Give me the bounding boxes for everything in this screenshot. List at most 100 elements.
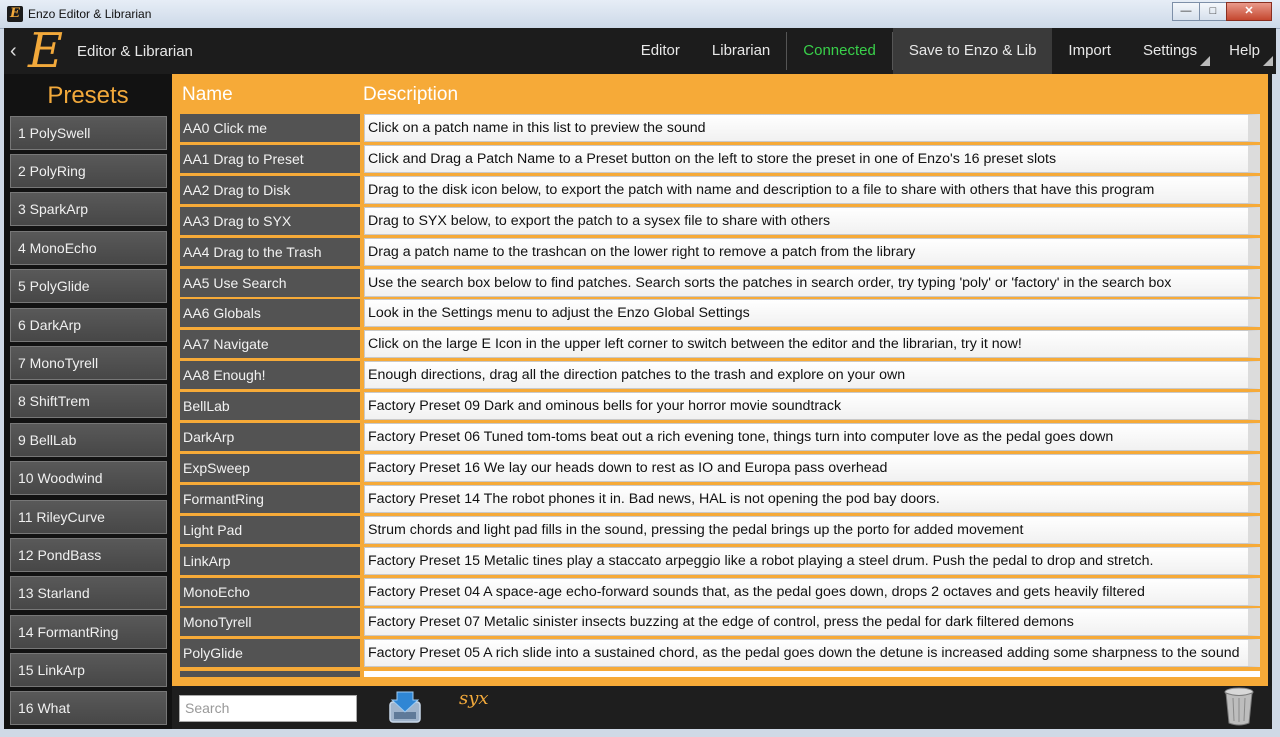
patch-name[interactable]: AA4 Drag to the Trash xyxy=(180,237,360,266)
patch-name[interactable]: Light Pad xyxy=(180,515,360,544)
table-row[interactable]: AA4 Drag to the Trash Drag a patch name t… xyxy=(180,237,1262,266)
patch-name[interactable]: ExpSweep xyxy=(180,453,360,482)
patch-description[interactable]: Enough directions, drag all the directio… xyxy=(364,361,1260,390)
preset-button-7[interactable]: 7 MonoTyrell xyxy=(10,346,167,380)
nav-editor[interactable]: Editor xyxy=(625,28,696,74)
app-header: ‹ E Editor & Librarian Editor Librarian … xyxy=(4,26,1276,76)
patch-description[interactable]: Factory Preset 15 Metalic tines play a s… xyxy=(364,546,1260,575)
table-row[interactable]: DarkArp Factory Preset 06 Tuned tom-toms … xyxy=(180,423,1262,451)
patch-name[interactable]: DarkArp xyxy=(180,423,360,451)
preset-button-15[interactable]: 15 LinkArp xyxy=(10,653,167,687)
table-row[interactable]: AA1 Drag to Preset Click and Drag a Patch… xyxy=(180,144,1262,173)
enzo-logo-button[interactable]: E xyxy=(28,26,63,76)
table-row[interactable]: AA6 Globals Look in the Settings menu to … xyxy=(180,299,1262,328)
preset-button-3[interactable]: 3 SparkArp xyxy=(10,192,167,226)
patch-description[interactable]: Factory Preset 07 Metalic sinister insec… xyxy=(364,608,1260,637)
patch-name[interactable]: LinkArp xyxy=(180,546,360,575)
window-controls: — □ ✕ xyxy=(1172,2,1272,21)
top-nav: Editor Librarian Connected Save to Enzo … xyxy=(625,28,1276,74)
presets-panel: Presets 1 PolySwell 2 PolyRing 3 SparkAr… xyxy=(4,74,172,729)
preset-button-6[interactable]: 6 DarkArp xyxy=(10,308,167,342)
preset-button-5[interactable]: 5 PolyGlide xyxy=(10,269,167,303)
table-row[interactable]: LinkArp Factory Preset 15 Metalic tines p… xyxy=(180,546,1262,575)
patch-description[interactable]: Click on the large E Icon in the upper l… xyxy=(364,330,1260,359)
table-row[interactable]: Light Pad Strum chords and light pad fill… xyxy=(180,515,1262,544)
preset-button-10[interactable]: 10 Woodwind xyxy=(10,461,167,495)
table-row[interactable]: AA0 Click me Click on a patch name in thi… xyxy=(180,114,1262,142)
preset-button-4[interactable]: 4 MonoEcho xyxy=(10,231,167,265)
table-row[interactable]: PolyGlide Factory Preset 05 A rich slide … xyxy=(180,639,1262,668)
back-chevron-icon[interactable]: ‹ xyxy=(10,40,17,63)
patch-name[interactable]: AA7 Navigate xyxy=(180,330,360,359)
patch-description[interactable]: Drag a patch name to the trashcan on the… xyxy=(364,237,1260,266)
preset-button-16[interactable]: 16 What xyxy=(10,691,167,725)
patch-description[interactable]: Use the search box below to find patches… xyxy=(364,268,1260,297)
table-row[interactable]: BellLab Factory Preset 09 Dark and ominou… xyxy=(180,392,1262,421)
patch-description[interactable]: Click on a patch name in this list to pr… xyxy=(364,114,1260,142)
patch-name[interactable]: AA8 Enough! xyxy=(180,361,360,390)
preset-button-11[interactable]: 11 RileyCurve xyxy=(10,500,167,534)
library-panel: Name Description AA0 Click me Click on a … xyxy=(172,74,1272,686)
trash-icon[interactable] xyxy=(1222,686,1256,726)
table-row[interactable]: AA5 Use Search Use the search box below t… xyxy=(180,268,1262,297)
table-row[interactable]: FormantRing Factory Preset 14 The robot p… xyxy=(180,484,1262,513)
minimize-button[interactable]: — xyxy=(1172,2,1200,21)
patch-description[interactable]: Drag to SYX below, to export the patch t… xyxy=(364,206,1260,235)
table-row[interactable]: AA2 Drag to Disk Drag to the disk icon be… xyxy=(180,175,1262,204)
preset-button-1[interactable]: 1 PolySwell xyxy=(10,116,167,150)
patch-description[interactable]: Factory Preset 06 Tuned tom-toms beat ou… xyxy=(364,423,1260,451)
patch-description[interactable]: Drag to the disk icon below, to export t… xyxy=(364,175,1260,204)
patch-name[interactable]: MonoEcho xyxy=(180,577,360,606)
app-title: Editor & Librarian xyxy=(77,43,193,60)
app-icon: E xyxy=(7,6,23,22)
export-syx-icon[interactable]: syx xyxy=(459,688,489,709)
nav-help[interactable]: Help xyxy=(1213,28,1276,74)
patch-name[interactable]: MonoTyrell xyxy=(180,608,360,637)
patch-name[interactable]: AA6 Globals xyxy=(180,299,360,328)
column-header-description[interactable]: Description xyxy=(363,84,458,106)
patch-name[interactable]: AA0 Click me xyxy=(180,114,360,142)
table-row[interactable]: AA3 Drag to SYX Drag to SYX below, to exp… xyxy=(180,206,1262,235)
patch-name[interactable]: AA2 Drag to Disk xyxy=(180,175,360,204)
nav-librarian[interactable]: Librarian xyxy=(696,28,786,74)
nav-settings-label: Settings xyxy=(1142,42,1198,59)
save-to-enzo-button[interactable]: Save to Enzo & Lib xyxy=(892,28,1053,74)
patch-name[interactable]: AA5 Use Search xyxy=(180,268,360,297)
preset-button-8[interactable]: 8 ShiftTrem xyxy=(10,384,167,418)
patch-description[interactable]: Factory Preset 05 A rich slide into a su… xyxy=(364,639,1260,668)
patch-description[interactable]: Click and Drag a Patch Name to a Preset … xyxy=(364,144,1260,173)
export-disk-icon[interactable] xyxy=(387,688,423,724)
library-footer: Search syx xyxy=(172,686,1272,729)
patch-name[interactable]: AA1 Drag to Preset xyxy=(180,144,360,173)
patch-description[interactable]: Factory Preset 09 Dark and ominous bells… xyxy=(364,392,1260,421)
preset-button-13[interactable]: 13 Starland xyxy=(10,576,167,610)
patch-name[interactable]: AA3 Drag to SYX xyxy=(180,206,360,235)
table-row[interactable]: MonoTyrell Factory Preset 07 Metalic sini… xyxy=(180,608,1262,637)
close-button[interactable]: ✕ xyxy=(1226,2,1272,21)
patch-description[interactable]: Factory Preset 04 A space-age echo-forwa… xyxy=(364,577,1260,606)
patch-description[interactable]: Factory Preset 14 The robot phones it in… xyxy=(364,484,1260,513)
window-titlebar: E Enzo Editor & Librarian — □ ✕ xyxy=(0,0,1280,29)
preset-button-2[interactable]: 2 PolyRing xyxy=(10,154,167,188)
nav-settings[interactable]: Settings xyxy=(1127,28,1213,74)
preset-button-12[interactable]: 12 PondBass xyxy=(10,538,167,572)
table-row[interactable]: ExpSweep Factory Preset 16 We lay our hea… xyxy=(180,453,1262,482)
column-header-name[interactable]: Name xyxy=(182,84,233,106)
list-overflow-row xyxy=(364,671,1260,677)
table-row[interactable]: MonoEcho Factory Preset 04 A space-age ec… xyxy=(180,577,1262,606)
nav-import[interactable]: Import xyxy=(1052,28,1127,74)
table-row[interactable]: AA7 Navigate Click on the large E Icon in… xyxy=(180,330,1262,359)
patch-name[interactable]: FormantRing xyxy=(180,484,360,513)
dropdown-triangle-icon xyxy=(1200,56,1211,66)
patch-description[interactable]: Strum chords and light pad fills in the … xyxy=(364,515,1260,544)
table-row[interactable]: AA8 Enough! Enough directions, drag all t… xyxy=(180,361,1262,390)
patch-name[interactable]: PolyGlide xyxy=(180,639,360,668)
patch-description[interactable]: Factory Preset 16 We lay our heads down … xyxy=(364,453,1260,482)
preset-button-14[interactable]: 14 FormantRing xyxy=(10,615,167,649)
patch-description[interactable]: Look in the Settings menu to adjust the … xyxy=(364,299,1260,328)
search-input[interactable]: Search xyxy=(179,695,357,722)
preset-button-9[interactable]: 9 BellLab xyxy=(10,423,167,457)
patch-name[interactable]: BellLab xyxy=(180,392,360,421)
maximize-button[interactable]: □ xyxy=(1199,2,1227,21)
nav-help-label: Help xyxy=(1229,42,1260,59)
